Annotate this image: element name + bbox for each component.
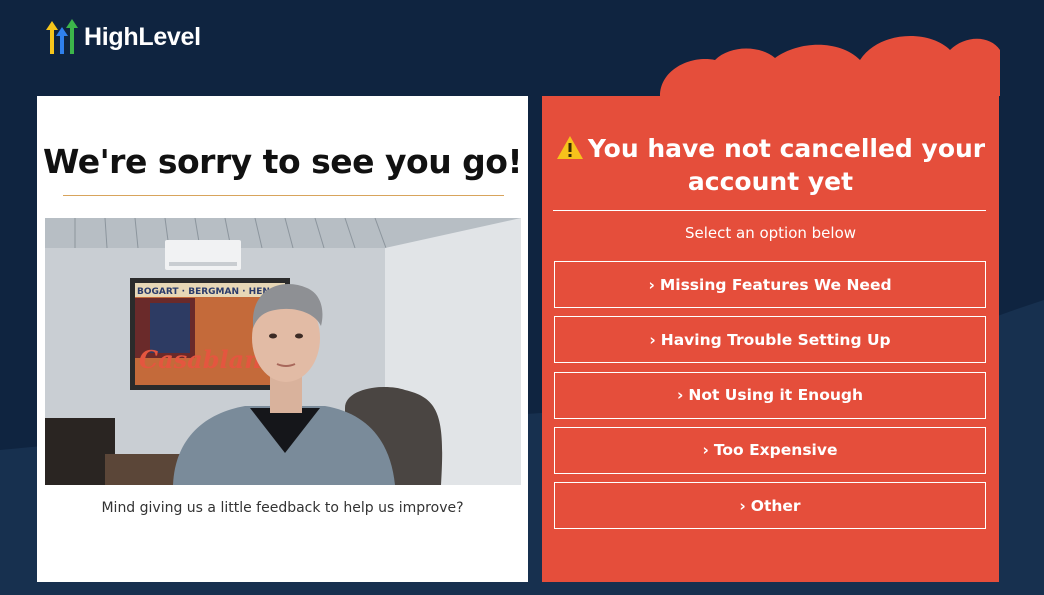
- option-trouble-setting-up-button[interactable]: › Having Trouble Setting Up: [554, 316, 986, 364]
- chevron-right-icon: ›: [648, 275, 655, 294]
- right-divider: [553, 210, 986, 211]
- select-instruction: Select an option below: [684, 224, 857, 242]
- right-panel: You have not cancelled your account yet …: [542, 96, 999, 582]
- feedback-prompt: Mind giving us a little feedback to help…: [101, 500, 464, 516]
- chevron-right-icon: ›: [702, 441, 709, 460]
- page-title: We're sorry to see you go!: [42, 142, 523, 181]
- video-frame: BOGART · BERGMAN · HEN Casablanca: [45, 218, 521, 485]
- brand-logo[interactable]: HighLevel: [44, 18, 201, 56]
- warning-title: You have not cancelled your account yet: [552, 132, 989, 198]
- option-missing-features-button[interactable]: › Missing Features We Need: [554, 261, 986, 308]
- title-divider: [63, 195, 504, 196]
- option-too-expensive-button[interactable]: › Too Expensive: [554, 426, 986, 474]
- video-player[interactable]: BOGART · BERGMAN · HEN Casablanca: [45, 218, 521, 485]
- option-label: Having Trouble Setting Up: [660, 330, 891, 349]
- cancel-reason-options: › Missing Features We Need › Having Trou…: [554, 261, 986, 537]
- option-label: Not Using it Enough: [688, 386, 864, 405]
- warning-title-text: You have not cancelled your account yet: [587, 134, 986, 196]
- option-label: Other: [750, 496, 801, 515]
- chevron-right-icon: ›: [649, 330, 656, 349]
- poster-names: BOGART · BERGMAN · HEN: [137, 287, 270, 297]
- highlevel-arrows-icon: [46, 19, 78, 54]
- warning-triangle-icon: [556, 136, 583, 159]
- chevron-right-icon: ›: [676, 386, 684, 405]
- left-panel: We're sorry to see you go! BOGART · BERG…: [37, 96, 528, 582]
- brand-name: HighLevel: [84, 22, 201, 51]
- option-label: Too Expensive: [713, 441, 838, 460]
- option-not-using-enough-button[interactable]: › Not Using it Enough: [554, 371, 986, 419]
- chevron-right-icon: ›: [739, 496, 746, 515]
- option-label: Missing Features We Need: [659, 275, 892, 294]
- option-other-button[interactable]: › Other: [554, 482, 986, 530]
